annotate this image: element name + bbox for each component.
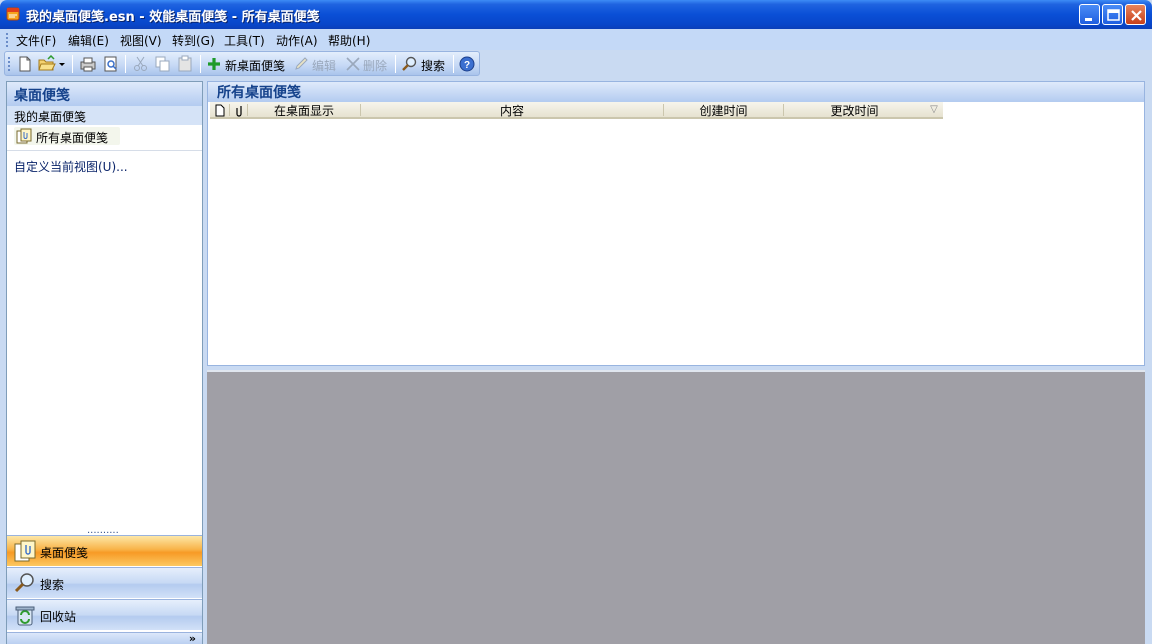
nav-divider [7, 150, 202, 151]
sort-descending-icon: ▽ [930, 104, 938, 115]
open-folder-icon[interactable] [38, 55, 56, 73]
table-header: 在桌面显示 内容 创建时间 更改时间 ▽ [210, 102, 943, 119]
toolbar-separator [200, 55, 201, 73]
notes-list[interactable]: 在桌面显示 内容 创建时间 更改时间 ▽ [207, 102, 1145, 366]
nav-header: 桌面便笺 [7, 82, 202, 106]
nav-button-label: 回收站 [40, 610, 77, 624]
menu-file[interactable]: 文件(F) [16, 32, 56, 49]
recycle-bin-icon [15, 606, 35, 626]
title-bar[interactable]: 我的桌面便笺.esn - 效能桌面便笺 - 所有桌面便笺 [0, 0, 1152, 29]
customize-view-link[interactable]: 自定义当前视图(U)... [14, 158, 128, 175]
column-modified-time[interactable]: 更改时间 [784, 102, 925, 118]
search-icon[interactable] [401, 55, 419, 73]
search-icon [14, 573, 34, 593]
menu-bar: 文件(F) 编辑(E) 视图(V) 转到(G) 工具(T) 动作(A) 帮助(H… [0, 29, 1152, 50]
navigation-pane: 桌面便笺 我的桌面便笺 所有桌面便笺 自定义当前视图(U)... .......… [6, 81, 203, 644]
menu-grip[interactable] [6, 33, 9, 47]
column-separator [229, 104, 230, 116]
close-button[interactable] [1125, 4, 1146, 25]
menu-edit[interactable]: 编辑(E) [68, 32, 109, 49]
reading-pane [207, 370, 1145, 644]
print-preview-icon[interactable] [102, 55, 120, 73]
nav-button-label: 桌面便笺 [40, 546, 89, 560]
delete-button[interactable]: 删除 [363, 57, 387, 74]
minimize-icon [1085, 18, 1092, 21]
nav-section-my-notes[interactable]: 我的桌面便笺 [7, 106, 202, 125]
print-icon[interactable] [79, 55, 97, 73]
toolbar: 新桌面便笺 编辑 删除 搜索 ? [4, 51, 480, 76]
toolbar-grip[interactable] [8, 57, 11, 71]
dropdown-arrow-icon[interactable] [58, 55, 66, 73]
svg-text:?: ? [464, 60, 470, 71]
window-right-border [1146, 76, 1152, 644]
maximize-icon [1107, 9, 1120, 21]
nav-button-overflow-bar: » [7, 632, 202, 644]
menu-help[interactable]: 帮助(H) [328, 32, 370, 49]
search-button[interactable]: 搜索 [421, 57, 445, 74]
nav-button-notes[interactable]: 桌面便笺 [7, 535, 202, 566]
paste-icon[interactable] [176, 55, 194, 73]
attachment-column-icon[interactable] [234, 104, 246, 119]
note-folder-icon [14, 540, 36, 562]
toolbar-separator [395, 55, 396, 73]
nav-button-label: 搜索 [40, 578, 65, 592]
column-show-on-desktop[interactable]: 在桌面显示 [248, 102, 360, 118]
chevron-right-icon[interactable]: » [189, 632, 196, 644]
menu-view[interactable]: 视图(V) [120, 32, 162, 49]
maximize-button[interactable] [1102, 4, 1123, 25]
minimize-button[interactable] [1079, 4, 1100, 25]
note-folder-icon [16, 128, 32, 144]
window-title: 我的桌面便笺.esn - 效能桌面便笺 - 所有桌面便笺 [26, 10, 320, 25]
toolbar-separator [72, 55, 73, 73]
cut-icon[interactable] [132, 55, 150, 73]
nav-item-all-notes[interactable]: 所有桌面便笺 [14, 127, 120, 145]
edit-button[interactable]: 编辑 [312, 57, 336, 74]
menu-actions[interactable]: 动作(A) [276, 32, 318, 49]
menu-goto[interactable]: 转到(G) [172, 32, 215, 49]
main-header: 所有桌面便笺 [207, 81, 1145, 102]
nav-item-label: 所有桌面便笺 [36, 131, 109, 145]
page-title: 所有桌面便笺 [217, 85, 301, 101]
nav-button-recycle-bin[interactable]: 回收站 [7, 599, 202, 630]
add-icon[interactable] [206, 55, 222, 73]
nav-header-title: 桌面便笺 [14, 88, 70, 104]
edit-pencil-icon[interactable] [293, 55, 311, 73]
column-content[interactable]: 内容 [361, 102, 663, 118]
app-icon [6, 7, 20, 21]
nav-section-label: 我的桌面便笺 [14, 110, 87, 124]
help-icon[interactable]: ? [458, 55, 476, 73]
copy-icon[interactable] [154, 55, 172, 73]
toolbar-separator [125, 55, 126, 73]
column-created-time[interactable]: 创建时间 [664, 102, 783, 118]
new-document-icon[interactable] [17, 55, 33, 73]
menu-tools[interactable]: 工具(T) [224, 32, 265, 49]
toolbar-separator [453, 55, 454, 73]
new-note-button[interactable]: 新桌面便笺 [225, 57, 285, 74]
nav-button-search[interactable]: 搜索 [7, 567, 202, 598]
close-icon [1131, 10, 1142, 21]
delete-x-icon[interactable] [344, 55, 362, 73]
document-column-icon[interactable] [214, 104, 226, 119]
